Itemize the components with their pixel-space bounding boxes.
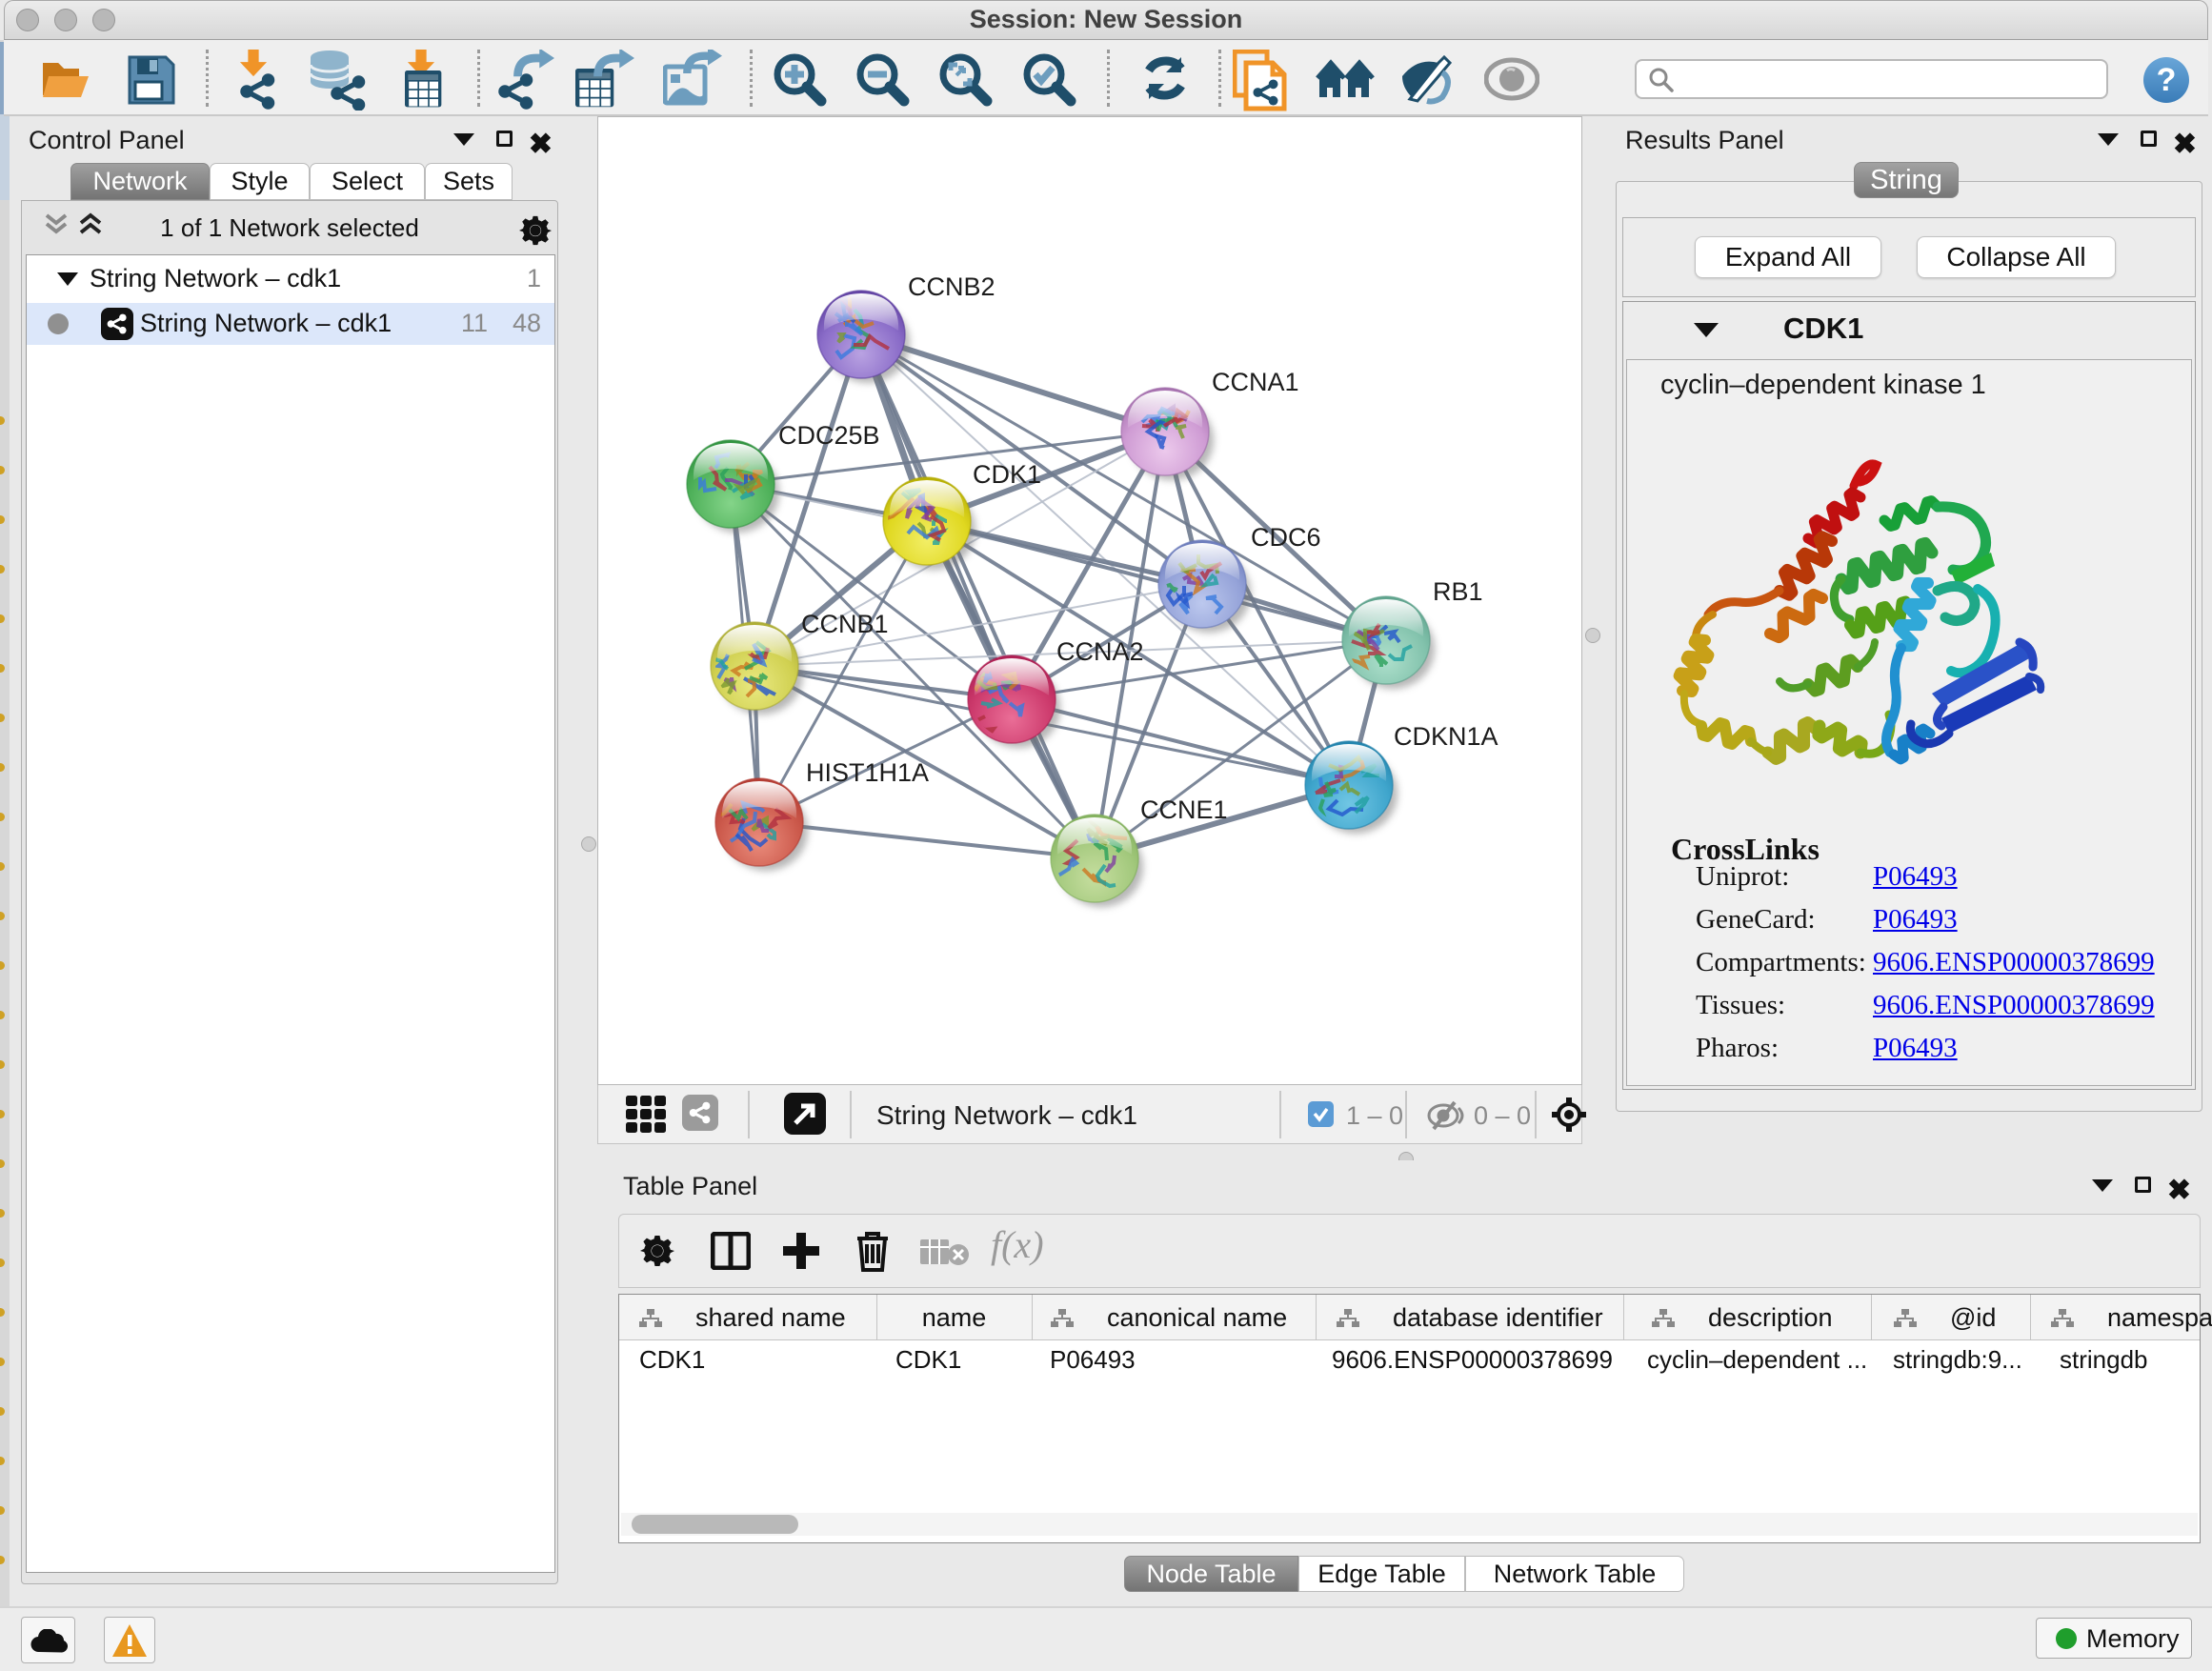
svg-text:CCNB1: CCNB1 [801, 610, 889, 638]
svg-text:CDC25B: CDC25B [778, 421, 880, 450]
svg-text:CDK1: CDK1 [973, 460, 1041, 489]
svg-text:CCNB2: CCNB2 [908, 272, 995, 301]
svg-text:CCNA2: CCNA2 [1056, 637, 1144, 666]
svg-text:CCNE1: CCNE1 [1140, 795, 1228, 824]
svg-text:CDKN1A: CDKN1A [1394, 722, 1498, 751]
svg-text:RB1: RB1 [1433, 577, 1483, 606]
svg-text:CCNA1: CCNA1 [1212, 368, 1299, 396]
svg-text:HIST1H1A: HIST1H1A [806, 758, 929, 787]
svg-text:CDC6: CDC6 [1251, 523, 1321, 552]
